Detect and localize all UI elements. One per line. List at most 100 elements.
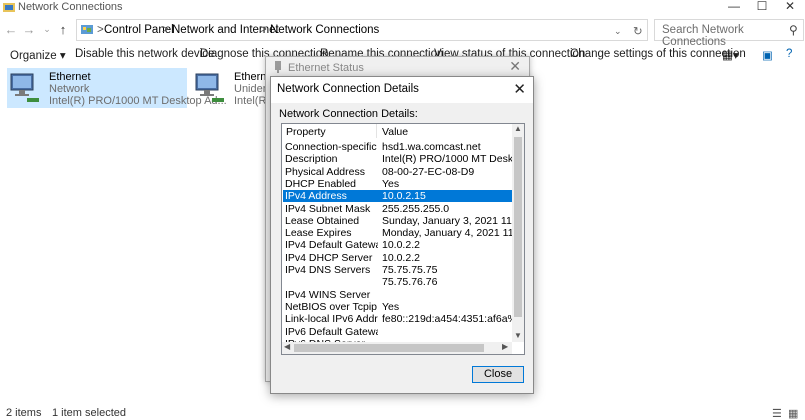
property-cell: IPv4 DNS Servers — [285, 264, 371, 276]
search-input[interactable]: Search Network Connections ⚲ — [654, 19, 804, 48]
property-cell: IPv4 Address — [285, 190, 347, 203]
organize-menu[interactable]: Organize ▾ — [10, 48, 66, 62]
adapter-status: Network — [49, 83, 90, 95]
refresh-icon[interactable]: ↻ — [633, 24, 643, 38]
value-cell: 75.75.75.75 — [382, 264, 438, 276]
details-view-icon[interactable]: ☰ — [772, 407, 782, 420]
ethernet-adapter-icon — [10, 73, 39, 102]
control-panel-icon — [81, 25, 93, 34]
list-header: Property Value — [282, 124, 512, 138]
table-row[interactable]: Connection-specific DN... hsd1.wa.comcast… — [283, 141, 512, 153]
ethernet-status-icon — [275, 61, 281, 73]
property-cell: Lease Expires — [285, 227, 352, 240]
connection-details-dialog: Network Connection Details ✕ Network Con… — [270, 76, 534, 394]
network-folder-icon — [3, 3, 15, 12]
breadcrumb-network-connections[interactable]: Network Connections — [270, 24, 379, 36]
property-cell: Link-local IPv6 Address — [285, 313, 378, 326]
up-arrow-icon[interactable]: ↑ — [56, 22, 70, 37]
value-cell: 10.0.2.2 — [382, 251, 420, 264]
property-cell: Lease Obtained — [285, 214, 360, 227]
table-row[interactable]: NetBIOS over Tcpip En... Yes — [283, 301, 512, 313]
search-icon: ⚲ — [789, 23, 798, 37]
column-header-value[interactable]: Value — [382, 126, 408, 138]
horizontal-scrollbar[interactable]: ◀ ▶ — [282, 342, 512, 354]
maximize-button[interactable]: ☐ — [748, 0, 776, 15]
value-cell: Yes — [382, 300, 400, 313]
property-cell: DHCP Enabled — [285, 177, 357, 190]
adapter-item[interactable]: Ethernet Network Intel(R) PRO/1000 MT De… — [7, 68, 227, 108]
address-separator-icon: > — [97, 24, 104, 36]
close-window-button[interactable]: ✕ — [776, 0, 804, 15]
details-list[interactable]: Property Value Connection-specific DN...… — [281, 123, 525, 355]
help-icon[interactable]: ? — [786, 48, 792, 60]
table-row[interactable]: Description Intel(R) PRO/1000 MT Desktop … — [283, 153, 512, 165]
minimize-button[interactable]: — — [720, 0, 748, 15]
value-cell: 08-00-27-EC-08-D9 — [382, 165, 475, 178]
property-cell: NetBIOS over Tcpip En... — [285, 300, 378, 313]
property-cell: IPv4 Subnet Mask — [285, 202, 371, 215]
view-options-icon[interactable]: ▦▾ — [722, 48, 739, 62]
table-row[interactable]: IPv6 Default Gateway — [283, 326, 512, 338]
adapter-name: Ethernet — [49, 71, 91, 83]
value-cell: Intel(R) PRO/1000 MT Desktop Adap — [382, 153, 512, 166]
table-row[interactable]: IPv4 DHCP Server 10.0.2.2 — [283, 252, 512, 264]
vertical-scrollbar[interactable]: ▲ ▼ — [512, 124, 524, 342]
address-bar[interactable]: > Control Panel > Network and Internet >… — [76, 19, 648, 41]
table-row[interactable]: IPv4 Subnet Mask 255.255.255.0 — [283, 203, 512, 215]
value-cell: 255.255.255.0 — [382, 202, 450, 215]
scroll-right-icon[interactable]: ▶ — [502, 342, 508, 351]
table-row[interactable]: IPv4 Address 10.0.2.15 — [283, 190, 512, 203]
address-dropdown-chevron-icon[interactable]: ⌄ — [614, 26, 622, 37]
close-button[interactable]: Close — [472, 366, 524, 383]
selection-count: 1 item selected — [52, 407, 126, 419]
table-row[interactable]: 75.75.76.76 — [283, 276, 512, 288]
details-close-icon[interactable]: ✕ — [513, 80, 526, 98]
item-count: 2 items — [6, 407, 42, 419]
column-header-property[interactable]: Property — [286, 126, 326, 138]
details-dialog-title: Network Connection Details — [277, 83, 419, 95]
details-label: Network Connection Details: — [279, 108, 418, 120]
value-cell: 10.0.2.2 — [382, 239, 420, 252]
column-divider[interactable] — [376, 124, 377, 138]
property-cell: IPv4 Default Gateway — [285, 239, 378, 252]
status-bar: 2 items 1 item selected ☰ ▦ — [0, 406, 805, 420]
property-cell: Connection-specific DN... — [285, 141, 378, 153]
address-separator-icon: > — [260, 24, 267, 36]
value-cell: 10.0.2.15 — [382, 190, 426, 203]
property-cell: IPv6 Default Gateway — [285, 325, 378, 338]
property-cell: Description — [285, 153, 338, 166]
property-cell: IPv4 WINS Server — [285, 288, 371, 301]
preview-pane-icon[interactable]: ▣ — [762, 48, 773, 62]
vertical-scroll-thumb[interactable] — [514, 137, 522, 317]
horizontal-scroll-thumb[interactable] — [294, 344, 484, 352]
details-body: Network Connection Details: Property Val… — [271, 103, 533, 393]
table-row[interactable]: Physical Address 08-00-27-EC-08-D9 — [283, 166, 512, 178]
table-row[interactable]: DHCP Enabled Yes — [283, 178, 512, 190]
title-bar: Network Connections — ☐ ✕ — [0, 0, 805, 15]
large-icons-view-icon[interactable]: ▦ — [788, 407, 798, 420]
disable-device-button[interactable]: Disable this network device — [75, 48, 214, 60]
ethernet-status-close-button[interactable]: ✕ — [509, 58, 521, 75]
ethernet-status-title: Ethernet Status — [288, 62, 364, 74]
property-cell: IPv4 DHCP Server — [285, 251, 373, 264]
scroll-down-icon[interactable]: ▼ — [512, 331, 524, 340]
forward-arrow-icon[interactable]: → — [22, 22, 36, 37]
scroll-up-icon[interactable]: ▲ — [512, 124, 524, 133]
value-cell: 75.75.76.76 — [382, 276, 438, 289]
back-arrow-icon[interactable]: ← — [4, 22, 18, 37]
address-separator-icon: > — [162, 24, 169, 36]
table-row[interactable]: Link-local IPv6 Address fe80::219d:a454:4… — [283, 313, 512, 325]
table-row[interactable]: IPv4 DNS Servers 75.75.75.75 — [283, 264, 512, 276]
table-row[interactable]: IPv4 Default Gateway 10.0.2.2 — [283, 239, 512, 251]
value-cell: hsd1.wa.comcast.net — [382, 141, 481, 153]
change-settings-button[interactable]: Change settings of this connection — [570, 48, 746, 60]
table-row[interactable]: Lease Obtained Sunday, January 3, 2021 11… — [283, 215, 512, 227]
value-cell: Yes — [382, 177, 400, 190]
window-title: Network Connections — [18, 1, 123, 13]
adapter-item[interactable]: Ethernet Unidenti Intel(R) P — [192, 68, 280, 108]
recent-locations-chevron-icon[interactable]: ⌄ — [40, 24, 54, 35]
value-cell: Sunday, January 3, 2021 11:47:01 AM — [382, 214, 512, 227]
table-row[interactable]: Lease Expires Monday, January 4, 2021 11:… — [283, 227, 512, 239]
scroll-left-icon[interactable]: ◀ — [284, 342, 290, 351]
table-row[interactable]: IPv4 WINS Server — [283, 289, 512, 301]
